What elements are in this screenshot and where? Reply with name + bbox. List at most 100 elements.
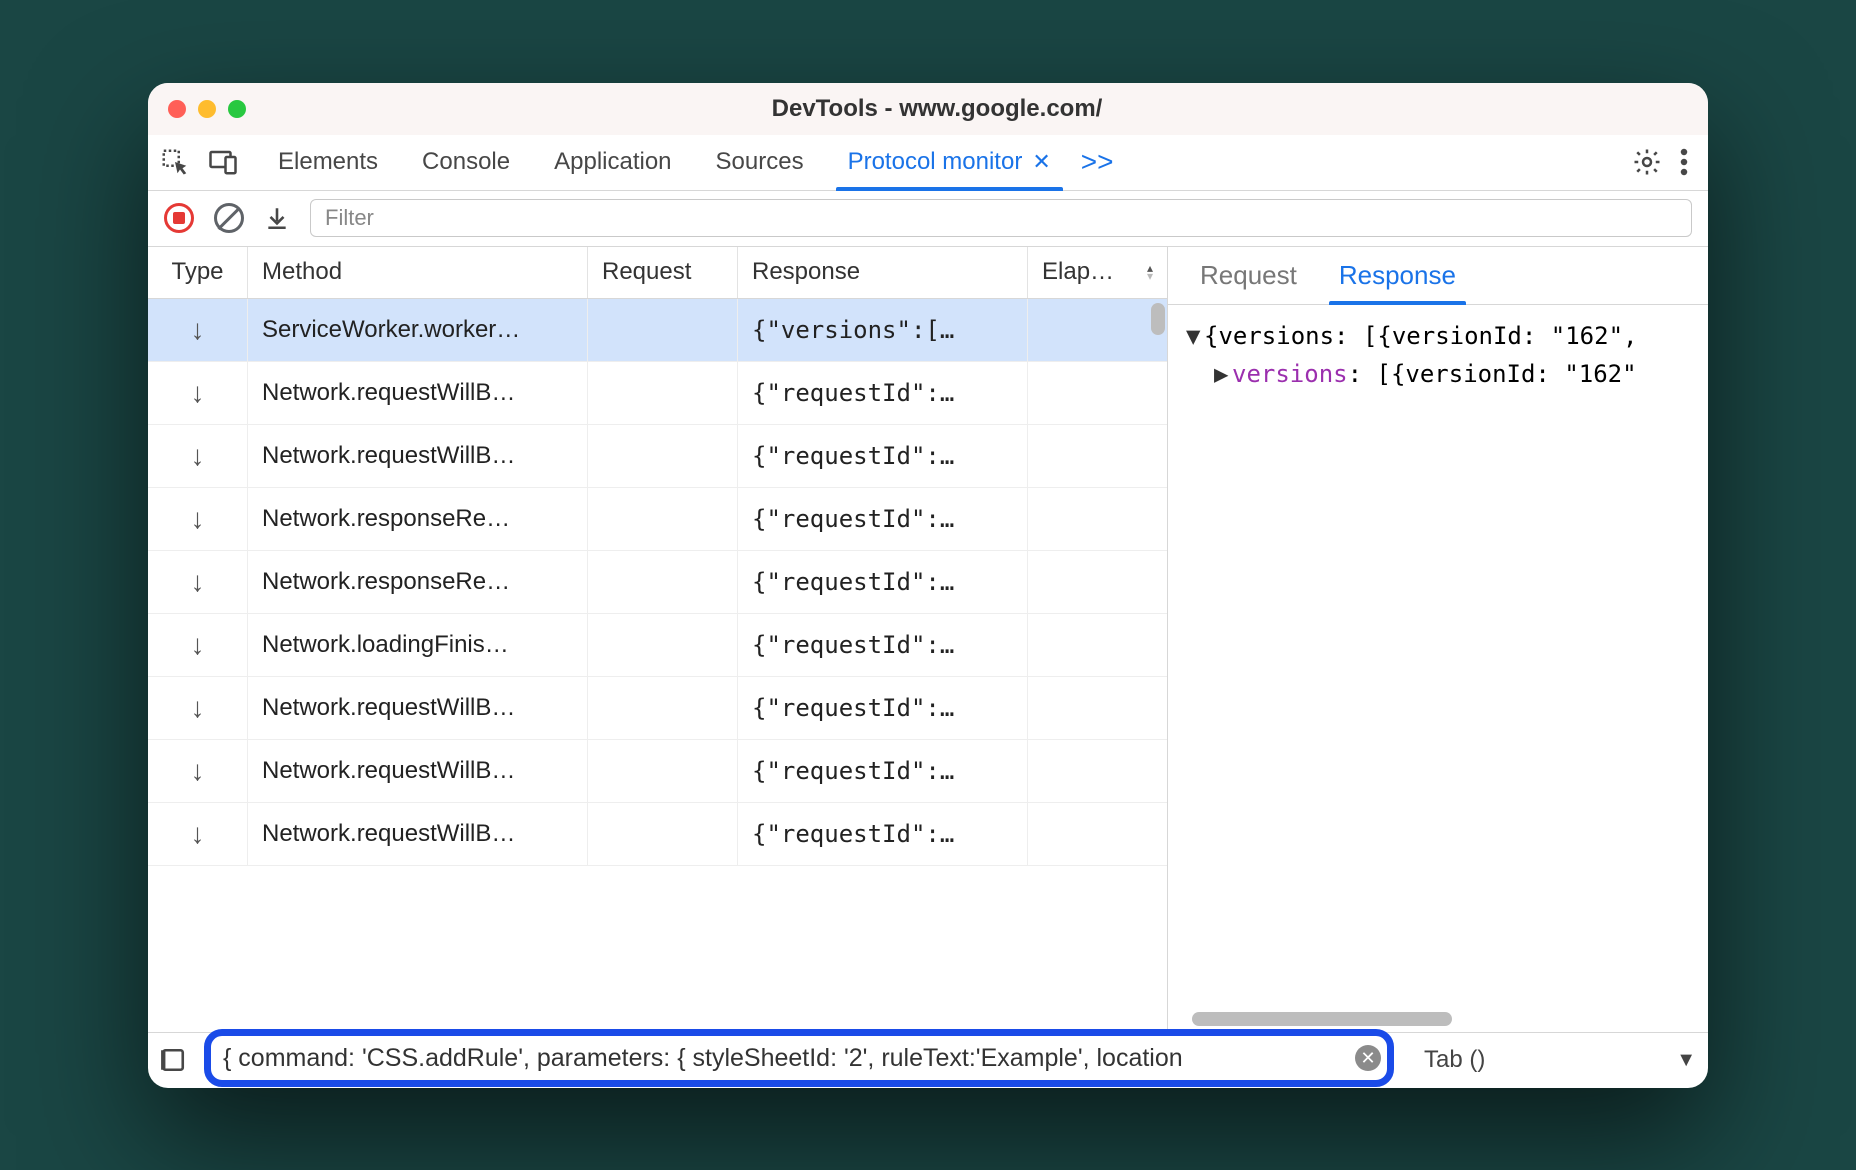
header-response[interactable]: Response [738,247,1028,298]
tab-label: Sources [716,148,804,176]
cell-response: {"requestId":… [738,425,1028,487]
table-row[interactable]: ↓ Network.requestWillB… {"requestId":… [148,362,1167,425]
cell-method: Network.requestWillB… [248,425,588,487]
subtab-label: Response [1339,260,1456,291]
tab-label: Console [422,148,510,176]
header-method[interactable]: Method [248,247,588,298]
cell-request [588,488,738,550]
device-toolbar-icon[interactable] [208,147,238,177]
messages-table-pane: Type Method Request Response Elap… ▴▾ ↓ S… [148,247,1168,1032]
traffic-lights [168,100,246,118]
chevron-right-icon: >> [1081,146,1114,178]
caret-down-icon[interactable]: ▼ [1186,317,1204,355]
table-row[interactable]: ↓Network.responseRe…{"requestId":… [148,488,1167,551]
arrow-down-icon: ↓ [191,818,205,850]
save-icon[interactable] [264,203,290,233]
horizontal-scrollbar[interactable] [1192,1012,1452,1026]
table-row[interactable]: ↓Network.responseRe…{"requestId":… [148,551,1167,614]
devtools-tabs-row: Elements Console Application Sources Pro… [148,135,1708,191]
arrow-down-icon: ↓ [191,692,205,724]
tab-application[interactable]: Application [532,135,693,190]
settings-button[interactable] [1632,147,1662,177]
tree-root-text: {versions: [{versionId: "162", [1204,322,1637,350]
table-row[interactable]: ↓Network.loadingFinis…{"requestId":… [148,614,1167,677]
clear-input-icon[interactable]: ✕ [1355,1045,1381,1071]
cell-method: Network.requestWillB… [248,677,588,739]
clear-button[interactable] [214,203,244,233]
cell-request [588,425,738,487]
arrow-down-icon: ↓ [191,566,205,598]
table-row[interactable]: ↓Network.requestWillB… {"requestId":… [148,740,1167,803]
header-elapsed[interactable]: Elap… ▴▾ [1028,247,1167,298]
collapse-drawer-icon[interactable]: ▼ [1676,1049,1696,1072]
cell-response: {"requestId":… [738,362,1028,424]
messages-grid: Type Method Request Response Elap… ▴▾ ↓ S… [148,247,1167,1032]
table-row[interactable]: ↓Network.requestWillB…{"requestId":… [148,803,1167,866]
header-elapsed-label: Elap… [1042,258,1114,286]
cell-type: ↓ [148,488,248,550]
cell-response: {"requestId":… [738,488,1028,550]
arrow-down-icon: ↓ [191,629,205,661]
vertical-scrollbar[interactable] [1151,303,1165,335]
maximize-window-button[interactable] [228,100,246,118]
drawer-bar: ✕ Tab () ▼ [148,1032,1708,1088]
record-button[interactable] [164,203,194,233]
caret-right-icon[interactable]: ▶ [1214,355,1232,393]
details-pane: Request Response ▼{versions: [{versionId… [1168,247,1708,1032]
inspect-element-icon[interactable] [160,147,190,177]
window-title: DevTools - www.google.com/ [246,95,1688,123]
titlebar: DevTools - www.google.com/ [148,83,1708,135]
tab-console[interactable]: Console [400,135,532,190]
tree-root[interactable]: ▼{versions: [{versionId: "162", [1186,317,1702,355]
tree-value: : [{versionId: "162" [1348,360,1637,388]
cell-elapsed [1028,614,1167,676]
cell-method: Network.requestWillB… [248,362,588,424]
table-row[interactable]: ↓Network.requestWillB…{"requestId":… [148,677,1167,740]
close-window-button[interactable] [168,100,186,118]
cell-method: Network.requestWillB… [248,803,588,865]
table-row[interactable]: ↓ServiceWorker.worker…{"versions":[… [148,299,1167,362]
more-tabs-button[interactable]: >> [1073,135,1122,190]
show-console-drawer-icon[interactable] [160,1047,186,1073]
header-type[interactable]: Type [148,247,248,298]
tab-protocol-monitor[interactable]: Protocol monitor ✕ [826,135,1073,190]
header-request[interactable]: Request [588,247,738,298]
cell-method: Network.responseRe… [248,551,588,613]
cell-type: ↓ [148,551,248,613]
cell-elapsed [1028,551,1167,613]
cell-type: ↓ [148,677,248,739]
arrow-down-icon: ↓ [191,377,205,409]
tab-sources[interactable]: Sources [694,135,826,190]
filter-input[interactable] [310,199,1692,237]
cell-method: Network.requestWillB… [248,740,588,802]
cell-elapsed [1028,488,1167,550]
cell-request [588,740,738,802]
raw-command-input[interactable] [211,1044,1355,1073]
more-options-button[interactable] [1680,147,1688,177]
tab-elements[interactable]: Elements [256,135,400,190]
subtab-request[interactable]: Request [1182,247,1315,304]
cell-request [588,551,738,613]
drawer-tab-label[interactable]: Tab () [1424,1046,1485,1074]
protocol-toolbar [148,191,1708,247]
minimize-window-button[interactable] [198,100,216,118]
cell-elapsed [1028,677,1167,739]
cell-response: {"requestId":… [738,740,1028,802]
tree-child[interactable]: ▶versions: [{versionId: "162" [1186,355,1702,393]
cell-response: {"versions":[… [738,299,1028,361]
cell-method: Network.loadingFinis… [248,614,588,676]
table-row[interactable]: ↓ Network.requestWillB… {"requestId":… [148,425,1167,488]
cell-elapsed [1028,362,1167,424]
arrow-down-icon: ↓ [191,503,205,535]
cell-request [588,614,738,676]
response-tree[interactable]: ▼{versions: [{versionId: "162", ▶version… [1168,305,1708,1032]
arrow-down-icon: ↓ [191,440,205,472]
devtools-window: DevTools - www.google.com/ Elements Cons… [148,83,1708,1088]
cell-method: ServiceWorker.worker… [248,299,588,361]
subtab-response[interactable]: Response [1321,247,1474,304]
cell-request [588,677,738,739]
close-tab-icon[interactable]: ✕ [1032,149,1050,175]
main-content: Type Method Request Response Elap… ▴▾ ↓ S… [148,247,1708,1032]
cell-type: ↓ [148,740,248,802]
cell-type: ↓ [148,425,248,487]
